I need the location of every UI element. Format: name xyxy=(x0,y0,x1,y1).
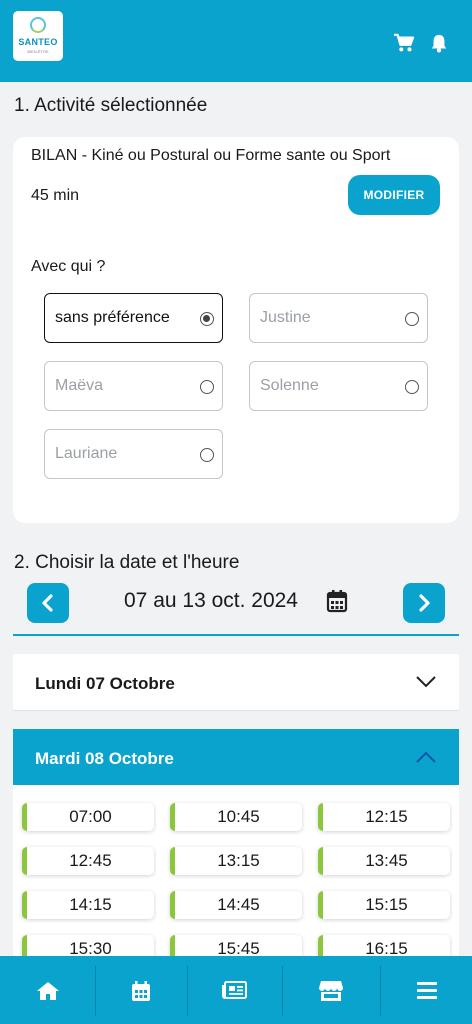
time-slot-grid: 07:00 10:45 12:15 12:45 13:15 13:45 14:1… xyxy=(13,785,459,965)
time-slot[interactable]: 14:15 xyxy=(22,891,154,919)
cart-icon[interactable] xyxy=(393,33,415,53)
nav-home[interactable] xyxy=(0,956,95,1024)
week-range-label: 07 au 13 oct. 2024 xyxy=(124,589,298,612)
activity-card: BILAN - Kiné ou Postural ou Forme sante … xyxy=(13,137,459,523)
day-label: Mardi 08 Octobre xyxy=(35,749,174,768)
time-slot[interactable]: 14:45 xyxy=(170,891,302,919)
app-header: SANTEO BIEN-ÊTRE xyxy=(0,0,472,82)
chevron-left-icon xyxy=(42,594,53,612)
practitioner-option-no-preference[interactable]: sans préférence xyxy=(44,293,223,343)
practitioner-option-maeva[interactable]: Maëva xyxy=(44,361,223,411)
calendar-picker-icon[interactable] xyxy=(326,589,348,613)
practitioner-label: Avec qui ? xyxy=(31,258,106,275)
logo-brand: SANTEO xyxy=(18,37,58,47)
time-slot[interactable]: 13:15 xyxy=(170,847,302,875)
divider xyxy=(13,634,459,636)
time-slot[interactable]: 15:15 xyxy=(318,891,450,919)
radio-unchecked-icon[interactable] xyxy=(405,380,419,394)
radio-unchecked-icon[interactable] xyxy=(405,312,419,326)
nav-news[interactable] xyxy=(188,956,282,1024)
practitioner-option-label: Solenne xyxy=(260,377,319,394)
chevron-down-icon xyxy=(416,676,436,688)
time-slot[interactable]: 12:45 xyxy=(22,847,154,875)
bell-icon[interactable] xyxy=(428,33,450,53)
day-accordion-tuesday[interactable]: Mardi 08 Octobre xyxy=(13,729,459,786)
santeo-logo[interactable]: SANTEO BIEN-ÊTRE xyxy=(13,11,63,61)
menu-icon xyxy=(417,982,437,999)
section-activity-title: 1. Activité sélectionnée xyxy=(14,95,208,116)
bottom-navigation xyxy=(0,956,472,1024)
activity-duration: 45 min xyxy=(31,187,80,204)
time-slot[interactable]: 10:45 xyxy=(170,803,302,831)
practitioner-option-solenne[interactable]: Solenne xyxy=(249,361,428,411)
nav-calendar[interactable] xyxy=(96,956,187,1024)
practitioner-option-label: Maëva xyxy=(55,377,104,394)
previous-week-button[interactable] xyxy=(27,583,69,623)
calendar-icon xyxy=(132,981,150,1001)
day-label: Lundi 07 Octobre xyxy=(35,674,175,693)
time-slot[interactable]: 12:15 xyxy=(318,803,450,831)
section-date-title: 2. Choisir la date et l'heure xyxy=(14,552,240,573)
radio-unchecked-icon[interactable] xyxy=(200,448,214,462)
practitioner-option-justine[interactable]: Justine xyxy=(249,293,428,343)
nav-menu[interactable] xyxy=(381,956,472,1024)
home-icon xyxy=(37,982,59,1000)
activity-name: BILAN - Kiné ou Postural ou Forme sante … xyxy=(31,147,391,164)
chevron-right-icon xyxy=(419,594,430,612)
practitioner-option-label: Justine xyxy=(260,309,311,326)
news-icon xyxy=(222,981,247,999)
chevron-up-icon xyxy=(416,751,436,763)
time-slot[interactable]: 13:45 xyxy=(318,847,450,875)
logo-tagline: BIEN-ÊTRE xyxy=(27,49,49,54)
time-slot[interactable]: 07:00 xyxy=(22,803,154,831)
practitioner-option-lauriane[interactable]: Lauriane xyxy=(44,429,223,479)
radio-unchecked-icon[interactable] xyxy=(200,380,214,394)
practitioner-option-label: Lauriane xyxy=(55,445,118,462)
next-week-button[interactable] xyxy=(403,583,445,623)
day-accordion-monday[interactable]: Lundi 07 Octobre xyxy=(13,654,459,711)
logo-mark-icon xyxy=(30,17,46,33)
modify-button[interactable]: MODIFIER xyxy=(348,175,440,215)
nav-store[interactable] xyxy=(283,956,380,1024)
store-icon xyxy=(319,981,343,1001)
day-header[interactable]: Lundi 07 Octobre xyxy=(13,654,459,711)
radio-checked-icon[interactable] xyxy=(200,312,214,326)
day-header[interactable]: Mardi 08 Octobre xyxy=(13,729,459,786)
practitioner-option-label: sans préférence xyxy=(55,309,170,326)
